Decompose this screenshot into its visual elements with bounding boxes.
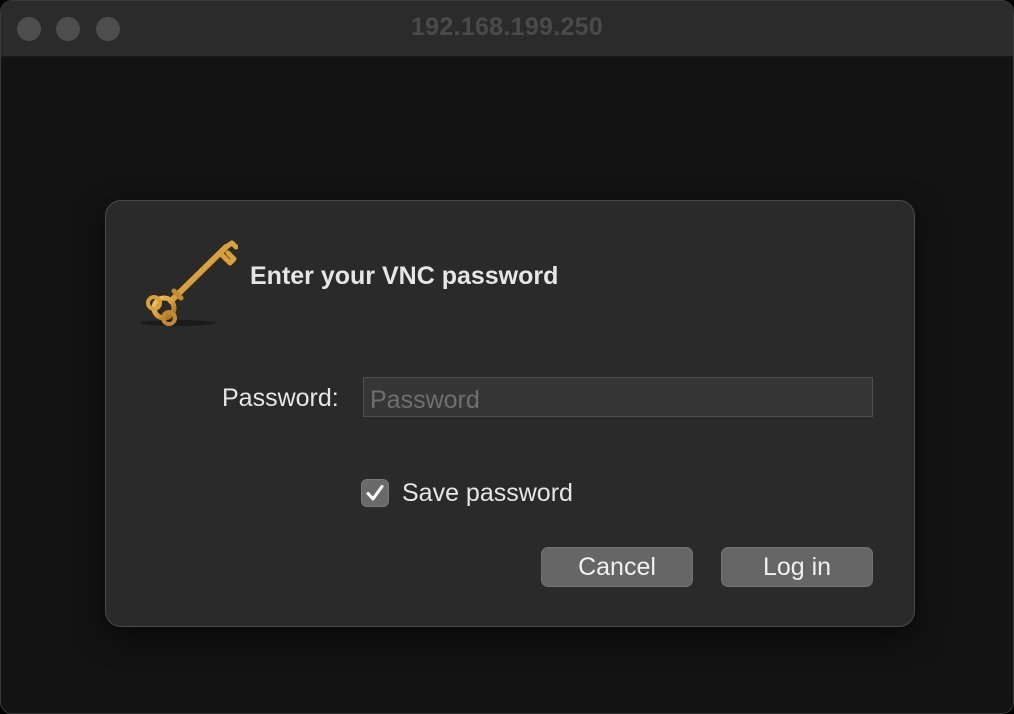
window-title: 192.168.199.250 [410,13,604,41]
save-password-checkbox-row[interactable]: Save password [361,478,573,508]
save-password-checkbox[interactable] [361,479,389,507]
window-content: Enter your VNC password Password: Save p… [1,57,1013,713]
dialog-title: Enter your VNC password [250,262,559,290]
checkmark-icon [366,485,384,501]
cancel-button[interactable]: Cancel [541,547,693,587]
key-icon [140,240,238,326]
password-input[interactable] [363,377,873,417]
password-dialog: Enter your VNC password Password: Save p… [105,200,915,627]
login-button[interactable]: Log in [721,547,873,587]
save-password-label: Save password [402,478,573,507]
password-label: Password: [222,384,339,412]
title-bar[interactable]: 192.168.199.250 [1,1,1013,57]
vnc-window: 192.168.199.250 Enter your VNC password … [0,0,1014,714]
